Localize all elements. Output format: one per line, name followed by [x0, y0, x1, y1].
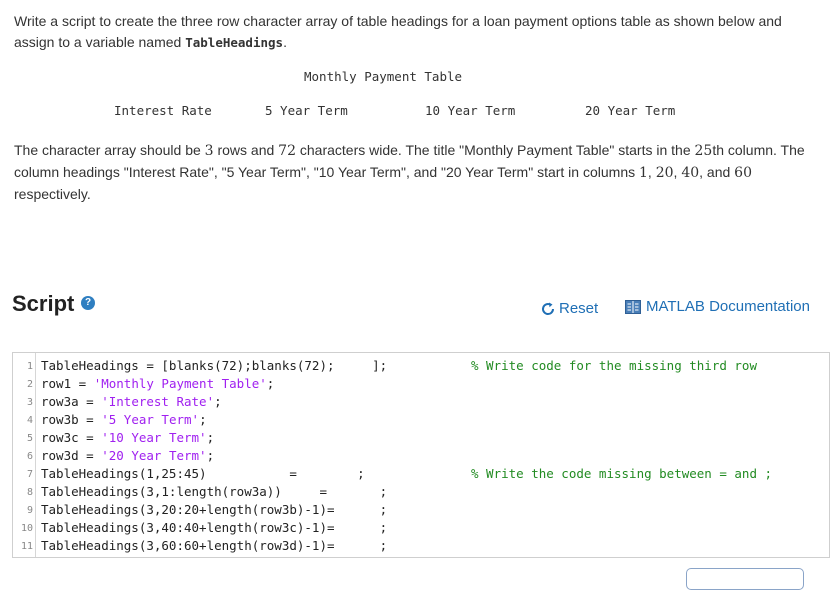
code-line-10[interactable]: TableHeadings(3,40:40+length(row3c)-1)= … — [41, 520, 387, 535]
preview-heading-5yr: 5 Year Term — [265, 103, 348, 118]
preview-heading-interest: Interest Rate — [114, 103, 212, 118]
line-number: 2 — [26, 379, 33, 390]
code-line-6[interactable]: row3d = '20 Year Term'; — [41, 448, 214, 463]
code-line-4[interactable]: row3b = '5 Year Term'; — [41, 412, 207, 427]
line-number: 10 — [20, 523, 33, 534]
problem-description: The character array should be 3 rows and… — [14, 142, 805, 202]
question-circle-icon[interactable]: ? — [81, 296, 95, 310]
problem-statement: Write a script to create the three row c… — [14, 11, 814, 53]
reset-arrow-icon — [542, 302, 555, 315]
reset-label: Reset — [559, 300, 599, 317]
preview-title: Monthly Payment Table — [304, 69, 463, 84]
script-title: Script — [12, 291, 75, 316]
reset-button[interactable]: Reset — [540, 300, 598, 317]
prompt-text: Write a script to create the three row c… — [14, 13, 782, 50]
code-line-5[interactable]: row3c = '10 Year Term'; — [41, 430, 214, 445]
matlab-documentation-link[interactable]: MATLAB Documentation — [625, 298, 810, 315]
line-number: 1 — [26, 361, 33, 372]
line-number-gutter: 1 2 3 4 5 6 7 8 9 10 11 — [13, 353, 36, 557]
line-number: 9 — [26, 505, 33, 516]
code-line-3[interactable]: row3a = 'Interest Rate'; — [41, 394, 222, 409]
line-number: 5 — [26, 433, 33, 444]
code-line-9[interactable]: TableHeadings(3,20:20+length(row3b)-1)= … — [41, 502, 387, 517]
preview-heading-20yr: 20 Year Term — [585, 103, 676, 118]
line-number: 7 — [26, 469, 33, 480]
code-line-8[interactable]: TableHeadings(3,1:length(row3a)) = ; — [41, 484, 387, 499]
prompt-end: . — [283, 34, 287, 50]
code-editor[interactable]: 1 2 3 4 5 6 7 8 9 10 11 TableHeadings = … — [12, 352, 830, 558]
code-line-7[interactable]: TableHeadings(1,25:45) = ; — [41, 466, 365, 481]
line-number: 6 — [26, 451, 33, 462]
code-line-2[interactable]: row1 = 'Monthly Payment Table'; — [41, 376, 274, 391]
run-button-partial[interactable] — [686, 568, 804, 590]
code-line-1[interactable]: TableHeadings = [blanks(72);blanks(72); … — [41, 358, 387, 373]
variable-name: TableHeadings — [185, 35, 284, 50]
preview-heading-10yr: 10 Year Term — [425, 103, 516, 118]
doc-label: MATLAB Documentation — [646, 298, 810, 315]
line-number: 4 — [26, 415, 33, 426]
code-comment-1: % Write code for the missing third row — [471, 358, 757, 373]
documentation-icon — [625, 299, 641, 314]
line-number: 3 — [26, 397, 33, 408]
code-line-11[interactable]: TableHeadings(3,60:60+length(row3d)-1)= … — [41, 538, 387, 553]
line-number: 11 — [20, 541, 33, 552]
line-number: 8 — [26, 487, 33, 498]
code-comment-7: % Write the code missing between = and ; — [471, 466, 773, 481]
